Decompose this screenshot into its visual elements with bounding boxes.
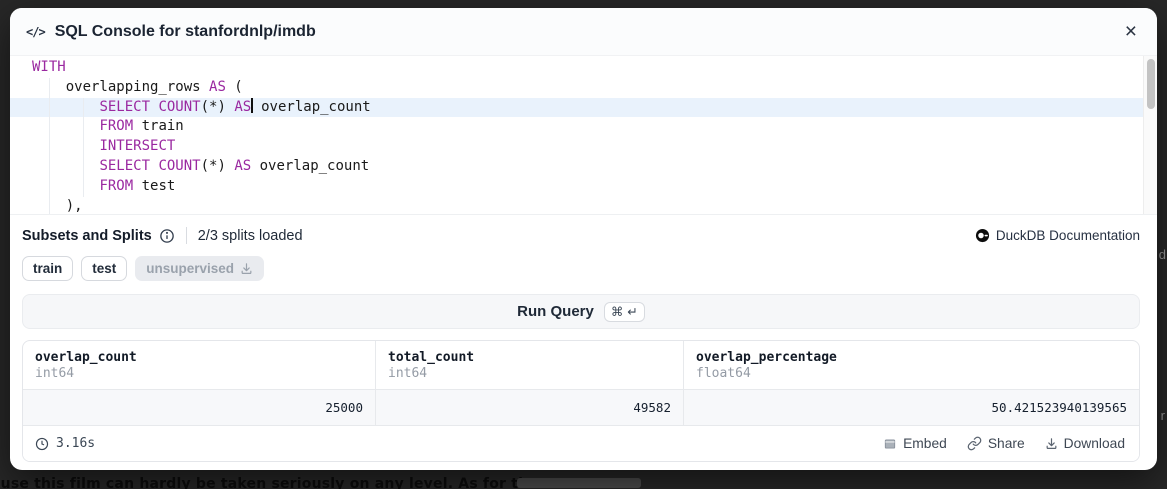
action-label: Download: [1064, 436, 1125, 451]
dialog-title: SQL Console for stanfordnlp/imdb: [55, 23, 316, 41]
column-type: int64: [35, 366, 363, 381]
indent-guide: [49, 78, 50, 215]
editor-scrollbar-thumb[interactable]: [1147, 59, 1155, 109]
divider: [186, 227, 187, 244]
results-data-row: 250004958250.421523940139565: [23, 389, 1139, 425]
download-icon: [240, 262, 253, 275]
splits-loaded-status: 2/3 splits loaded: [198, 228, 303, 244]
embed-button[interactable]: Embed: [883, 436, 947, 451]
split-pill-test[interactable]: test: [81, 256, 127, 281]
embed-icon: [883, 437, 897, 451]
share-icon: [967, 436, 982, 451]
action-label: Embed: [903, 436, 947, 451]
column-type: int64: [388, 366, 671, 381]
column-header-overlap_count: overlap_countint64: [23, 341, 375, 389]
dimmed-background-element: [517, 478, 641, 488]
query-duration-value: 3.16s: [56, 436, 95, 451]
code-line: FROM train: [10, 117, 1143, 137]
sql-editor[interactable]: WITH overlapping_rows AS ( SELECT COUNT(…: [10, 55, 1157, 215]
close-button[interactable]: ×: [1123, 21, 1139, 42]
editor-scrollbar[interactable]: [1143, 56, 1157, 214]
result-cell: 49582: [375, 390, 683, 425]
code-line: FROM test: [10, 177, 1143, 197]
result-cell: 25000: [23, 390, 375, 425]
column-name: overlap_count: [35, 350, 363, 365]
splits-list: train test unsupervised: [22, 256, 1140, 281]
clock-icon: [35, 437, 49, 451]
column-name: overlap_percentage: [696, 350, 1127, 365]
code-line: SELECT COUNT(*) AS overlap_count: [10, 157, 1143, 177]
share-button[interactable]: Share: [967, 436, 1025, 451]
indent-guide: [83, 98, 84, 197]
dimmed-background-text: ause this film can hardly be taken serio…: [0, 476, 538, 489]
code-icon: </>: [26, 25, 45, 39]
code-line: ),: [10, 197, 1143, 215]
column-name: total_count: [388, 350, 671, 365]
run-query-label: Run Query: [517, 303, 594, 320]
dimmed-background-fragment: r: [1161, 408, 1165, 423]
run-query-button[interactable]: Run Query ⌘ ↵: [22, 294, 1140, 329]
query-results-panel: overlap_countint64total_countint64overla…: [22, 340, 1140, 462]
sql-code: WITH overlapping_rows AS ( SELECT COUNT(…: [10, 58, 1143, 215]
results-header-row: overlap_countint64total_countint64overla…: [23, 341, 1139, 389]
split-pill-unsupervised[interactable]: unsupervised: [135, 256, 264, 281]
query-duration: 3.16s: [35, 436, 95, 451]
sql-console-dialog: </> SQL Console for stanfordnlp/imdb × W…: [10, 8, 1157, 470]
results-footer: 3.16s Embed Share Download: [23, 425, 1139, 461]
result-cell: 50.421523940139565: [683, 390, 1139, 425]
code-line: INTERSECT: [10, 137, 1143, 157]
code-line-active: SELECT COUNT(*) AS overlap_count: [10, 98, 1143, 118]
code-line: WITH: [10, 58, 1143, 78]
code-line: overlapping_rows AS (: [10, 78, 1143, 98]
subsets-heading: Subsets and Splits: [22, 228, 152, 244]
duckdb-documentation-label: DuckDB Documentation: [996, 228, 1140, 243]
dialog-header: </> SQL Console for stanfordnlp/imdb ×: [10, 8, 1157, 55]
column-type: float64: [696, 366, 1127, 381]
split-pill-train[interactable]: train: [22, 256, 73, 281]
action-label: Share: [988, 436, 1025, 451]
dimmed-background-fragment: d: [1159, 247, 1166, 262]
split-label: test: [92, 261, 116, 276]
column-header-total_count: total_countint64: [375, 341, 683, 389]
results-actions: Embed Share Download: [883, 436, 1125, 451]
keyboard-shortcut-badge: ⌘ ↵: [604, 302, 645, 322]
info-icon[interactable]: [159, 228, 175, 244]
split-label: train: [33, 261, 62, 276]
duckdb-logo-icon: [975, 228, 990, 243]
split-label: unsupervised: [146, 261, 234, 276]
duckdb-documentation-link[interactable]: DuckDB Documentation: [975, 228, 1140, 243]
download-icon: [1045, 437, 1058, 450]
column-header-overlap_percentage: overlap_percentagefloat64: [683, 341, 1139, 389]
download-button[interactable]: Download: [1045, 436, 1125, 451]
